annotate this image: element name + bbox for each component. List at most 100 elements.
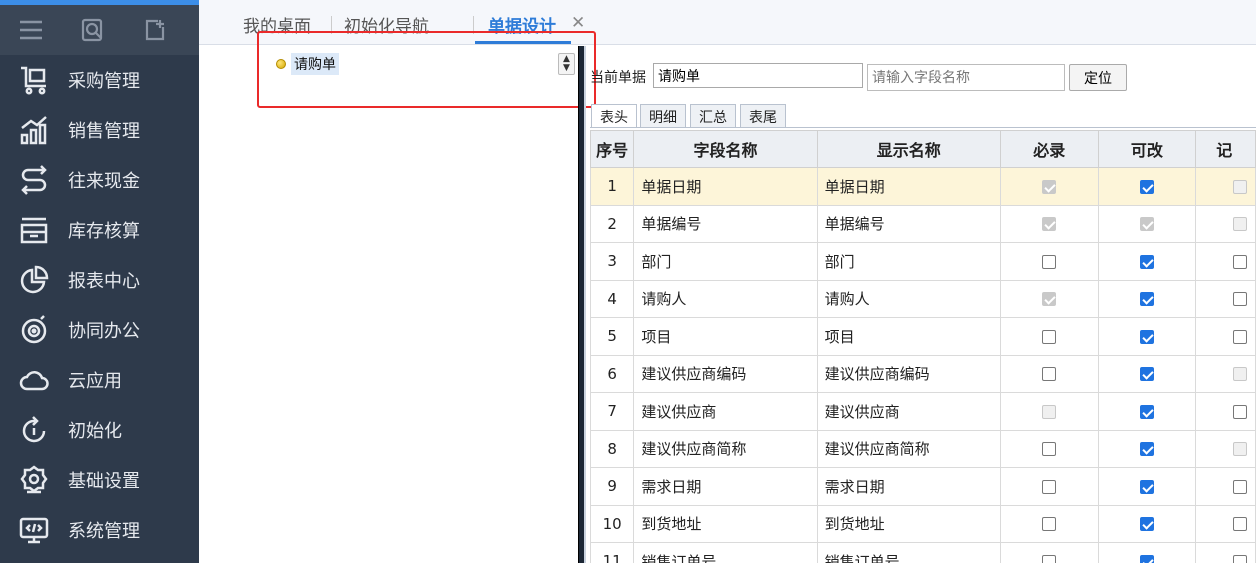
row-number: 6 bbox=[589, 354, 635, 393]
field-name-cell: 需求日期 bbox=[633, 467, 818, 506]
required-checkbox[interactable] bbox=[1042, 254, 1057, 269]
cash-flow-icon bbox=[18, 164, 50, 196]
editable-cell bbox=[1097, 317, 1197, 356]
display-name-cell: 单据编号 bbox=[816, 204, 1001, 243]
row-number: 1 bbox=[589, 167, 635, 206]
col-header-editable: 可改 bbox=[1097, 130, 1197, 168]
required-cell bbox=[999, 167, 1099, 206]
subtab-footer[interactable]: 表尾 bbox=[740, 104, 786, 127]
sidebar-item-label: 协同办公 bbox=[68, 321, 140, 342]
editable-cell bbox=[1097, 392, 1197, 431]
table-row[interactable]: 4 请购人 请购人 bbox=[589, 279, 1256, 318]
extra-checkbox[interactable] bbox=[1233, 329, 1248, 344]
sidebar-item-purchase[interactable]: 采购管理 bbox=[0, 55, 199, 105]
editable-cell bbox=[1097, 204, 1197, 243]
refresh-icon bbox=[18, 414, 50, 446]
editable-checkbox[interactable] bbox=[1139, 554, 1154, 563]
table-row[interactable]: 5 项目 项目 bbox=[589, 317, 1256, 356]
editable-checkbox[interactable] bbox=[1139, 329, 1154, 344]
locate-button[interactable]: 定位 bbox=[1069, 64, 1127, 91]
editable-cell bbox=[1097, 279, 1197, 318]
extra-checkbox[interactable] bbox=[1233, 479, 1248, 494]
table-row[interactable]: 2 单据编号 单据编号 bbox=[589, 204, 1256, 243]
subtab-header[interactable]: 表头 bbox=[591, 104, 637, 128]
field-name-cell: 建议供应商编码 bbox=[633, 354, 818, 393]
required-cell bbox=[999, 204, 1099, 243]
field-name-cell: 请购人 bbox=[633, 279, 818, 318]
required-checkbox[interactable] bbox=[1042, 517, 1057, 532]
display-name-cell: 单据日期 bbox=[816, 167, 1001, 206]
required-checkbox[interactable] bbox=[1042, 329, 1057, 344]
required-checkbox[interactable] bbox=[1042, 479, 1057, 494]
editable-checkbox[interactable] bbox=[1139, 367, 1154, 382]
editable-checkbox[interactable] bbox=[1139, 442, 1154, 457]
editable-cell bbox=[1097, 504, 1197, 543]
menu-icon[interactable] bbox=[0, 5, 62, 55]
sidebar-item-cash[interactable]: 往来现金 bbox=[0, 155, 199, 205]
required-checkbox[interactable] bbox=[1042, 442, 1057, 457]
required-checkbox[interactable] bbox=[1042, 367, 1057, 382]
field-grid: 序号 字段名称 显示名称 必录 可改 记 1 单据日期 单据日期 2 单据编号 单据编号 3… bbox=[589, 130, 1256, 563]
table-row[interactable]: 1 单据日期 单据日期 bbox=[589, 167, 1256, 206]
subtab-summary[interactable]: 汇总 bbox=[690, 104, 736, 127]
sidebar-item-init[interactable]: 初始化 bbox=[0, 405, 199, 455]
extra-checkbox[interactable] bbox=[1233, 404, 1248, 419]
editable-checkbox[interactable] bbox=[1139, 254, 1154, 269]
extra-cell bbox=[1195, 279, 1256, 318]
sidebar-item-label: 系统管理 bbox=[68, 521, 140, 542]
table-row[interactable]: 8 建议供应商简称 建议供应商简称 bbox=[589, 429, 1256, 468]
sidebar-item-inventory[interactable]: 库存核算 bbox=[0, 205, 199, 255]
extra-cell bbox=[1195, 542, 1256, 563]
row-number: 11 bbox=[589, 542, 635, 563]
editable-checkbox[interactable] bbox=[1139, 479, 1154, 494]
sidebar-item-settings[interactable]: 基础设置 bbox=[0, 455, 199, 505]
current-doc-field[interactable] bbox=[653, 63, 863, 88]
row-number: 2 bbox=[589, 204, 635, 243]
field-name-cell: 单据编号 bbox=[633, 204, 818, 243]
sidebar-item-collab[interactable]: 协同办公 bbox=[0, 305, 199, 355]
extra-checkbox[interactable] bbox=[1233, 292, 1248, 307]
add-doc-icon[interactable] bbox=[124, 5, 186, 55]
table-row[interactable]: 6 建议供应商编码 建议供应商编码 bbox=[589, 354, 1256, 393]
sidebar-item-system[interactable]: 系统管理 bbox=[0, 505, 199, 555]
extra-checkbox[interactable] bbox=[1233, 254, 1248, 269]
extra-checkbox[interactable] bbox=[1233, 517, 1248, 532]
extra-checkbox[interactable] bbox=[1233, 554, 1248, 563]
editable-checkbox[interactable] bbox=[1139, 404, 1154, 419]
col-header-no: 序号 bbox=[589, 130, 635, 168]
editable-checkbox[interactable] bbox=[1139, 179, 1154, 194]
sidebar-item-sales[interactable]: 销售管理 bbox=[0, 105, 199, 155]
extra-cell bbox=[1195, 167, 1256, 206]
extra-cell bbox=[1195, 392, 1256, 431]
sidebar-item-label: 报表中心 bbox=[68, 271, 140, 292]
required-cell bbox=[999, 467, 1099, 506]
display-name-cell: 部门 bbox=[816, 242, 1001, 281]
editable-checkbox[interactable] bbox=[1139, 517, 1154, 532]
extra-cell bbox=[1195, 317, 1256, 356]
extra-cell bbox=[1195, 504, 1256, 543]
required-checkbox bbox=[1042, 217, 1057, 232]
row-number: 10 bbox=[589, 504, 635, 543]
editable-checkbox[interactable] bbox=[1139, 292, 1154, 307]
extra-checkbox bbox=[1233, 442, 1248, 457]
extra-checkbox bbox=[1233, 217, 1248, 232]
search-doc-icon[interactable] bbox=[62, 5, 124, 55]
field-name-cell: 建议供应商简称 bbox=[633, 429, 818, 468]
table-row[interactable]: 11 销售订单号 销售订单号 bbox=[589, 542, 1256, 563]
field-name-cell: 销售订单号 bbox=[633, 542, 818, 563]
sidebar-item-reports[interactable]: 报表中心 bbox=[0, 255, 199, 305]
extra-cell bbox=[1195, 242, 1256, 281]
field-search-input[interactable] bbox=[867, 64, 1065, 91]
table-row[interactable]: 9 需求日期 需求日期 bbox=[589, 467, 1256, 506]
table-row[interactable]: 10 到货地址 到货地址 bbox=[589, 504, 1256, 543]
table-row[interactable]: 3 部门 部门 bbox=[589, 242, 1256, 281]
editable-checkbox bbox=[1139, 217, 1154, 232]
close-icon[interactable]: ✕ bbox=[571, 13, 585, 33]
table-row[interactable]: 7 建议供应商 建议供应商 bbox=[589, 392, 1256, 431]
field-name-cell: 部门 bbox=[633, 242, 818, 281]
extra-cell bbox=[1195, 354, 1256, 393]
required-checkbox[interactable] bbox=[1042, 554, 1057, 563]
subtab-detail[interactable]: 明细 bbox=[640, 104, 686, 127]
sidebar-item-cloud[interactable]: 云应用 bbox=[0, 355, 199, 405]
sidebar-item-label: 初始化 bbox=[68, 421, 122, 442]
